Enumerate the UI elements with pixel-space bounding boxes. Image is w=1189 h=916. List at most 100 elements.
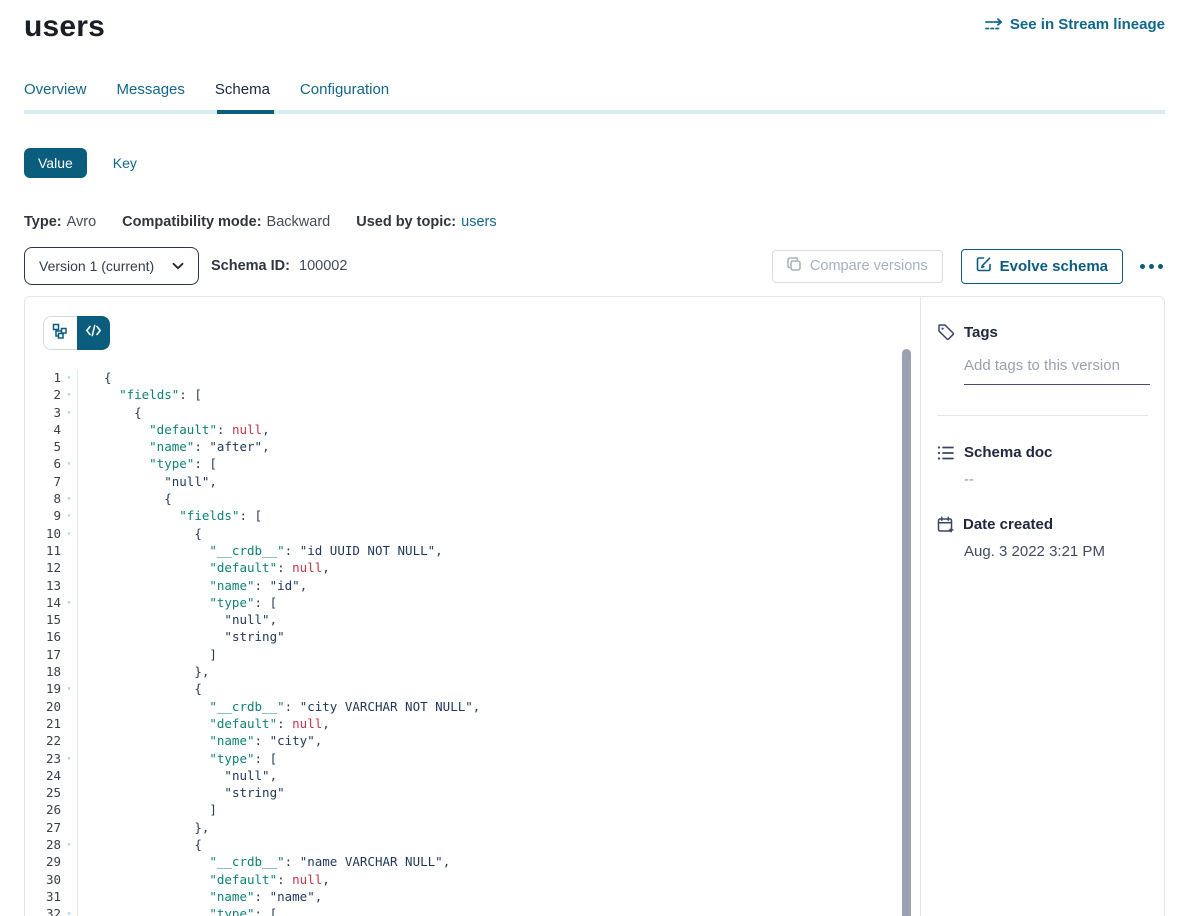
tree-view-icon <box>52 323 68 344</box>
gutter-divider <box>77 369 78 916</box>
editor-scrollbar[interactable] <box>902 349 911 916</box>
fold-toggle-icon[interactable]: ▾ <box>61 525 77 542</box>
key-tab-button[interactable]: Key <box>113 155 137 171</box>
tab-bar: Overview Messages Schema Configuration <box>24 81 1165 110</box>
line-number: 4 <box>25 421 61 438</box>
version-select-value: Version 1 (current) <box>39 258 154 274</box>
tag-icon <box>937 323 955 341</box>
tab-track <box>24 110 1165 114</box>
fold-toggle-icon[interactable]: ▾ <box>61 369 77 386</box>
line-number: 10 <box>25 525 61 542</box>
code-line: 23▾ "type": [ <box>25 750 920 767</box>
fold-toggle-icon[interactable]: ▾ <box>61 594 77 611</box>
code-viewer: 1▾{2▾ "fields": [3▾ {4 "default": null,5… <box>25 369 920 916</box>
schema-panel: 1▾{2▾ "fields": [3▾ {4 "default": null,5… <box>24 296 1165 916</box>
tab-configuration[interactable]: Configuration <box>300 81 389 110</box>
tags-input[interactable] <box>964 357 1150 374</box>
used-by-topic-link[interactable]: users <box>461 214 496 230</box>
tags-input-wrap <box>964 357 1150 385</box>
fold-toggle-icon[interactable]: ▾ <box>61 386 77 403</box>
code-line: 1▾{ <box>25 369 920 386</box>
compatibility-mode-value: Backward <box>267 214 331 230</box>
line-number: 9 <box>25 507 61 524</box>
schema-page: users See in Stream lineage Overview Mes… <box>0 0 1189 916</box>
schema-doc-section: Schema doc -- <box>937 444 1148 488</box>
line-number: 19 <box>25 680 61 697</box>
schema-doc-value: -- <box>964 471 1148 488</box>
tree-view-button[interactable] <box>43 316 77 350</box>
fold-toggle-icon[interactable]: ▾ <box>61 490 77 507</box>
edit-schema-icon <box>976 256 992 276</box>
line-number: 23 <box>25 750 61 767</box>
line-number: 5 <box>25 438 61 455</box>
line-number: 30 <box>25 871 61 888</box>
tab-overview[interactable]: Overview <box>24 81 87 110</box>
code-view-button[interactable] <box>77 316 111 350</box>
code-line: 30 "default": null, <box>25 871 920 888</box>
code-line: 5 "name": "after", <box>25 438 920 455</box>
page-header: users See in Stream lineage <box>24 0 1165 44</box>
fold-toggle-icon[interactable]: ▾ <box>61 404 77 421</box>
schema-id-label: Schema ID: <box>211 258 290 274</box>
line-number: 28 <box>25 836 61 853</box>
code-line: 27 }, <box>25 819 920 836</box>
see-in-stream-lineage-link[interactable]: See in Stream lineage <box>985 16 1165 33</box>
line-number: 21 <box>25 715 61 732</box>
code-line: 10▾ { <box>25 525 920 542</box>
active-tab-indicator <box>217 110 274 114</box>
code-line: 16 "string" <box>25 628 920 645</box>
line-number: 22 <box>25 732 61 749</box>
line-number: 1 <box>25 369 61 386</box>
code-view-icon <box>85 324 102 342</box>
code-line: 13 "name": "id", <box>25 577 920 594</box>
code-line: 25 "string" <box>25 784 920 801</box>
tab-schema[interactable]: Schema <box>215 81 270 110</box>
compare-versions-button[interactable]: Compare versions <box>772 250 943 283</box>
code-line: 18 }, <box>25 663 920 680</box>
more-options-button[interactable] <box>1138 258 1165 275</box>
line-number: 3 <box>25 404 61 421</box>
code-line: 21 "default": null, <box>25 715 920 732</box>
see-in-stream-lineage-label: See in Stream lineage <box>1010 16 1165 33</box>
version-select[interactable]: Version 1 (current) <box>24 247 199 285</box>
editor-view-toggle <box>43 316 110 350</box>
fold-toggle-icon[interactable]: ▾ <box>61 680 77 697</box>
code-line: 20 "__crdb__": "city VARCHAR NOT NULL", <box>25 698 920 715</box>
schema-id-value: 100002 <box>299 258 347 274</box>
compatibility-mode-label: Compatibility mode: <box>122 214 261 230</box>
line-number: 18 <box>25 663 61 680</box>
line-number: 12 <box>25 559 61 576</box>
code-line: 32▾ "type": [ <box>25 905 920 916</box>
code-line: 8▾ { <box>25 490 920 507</box>
fold-toggle-icon[interactable]: ▾ <box>61 507 77 524</box>
chevron-down-icon <box>172 257 184 275</box>
compare-versions-label: Compare versions <box>810 258 928 274</box>
fold-toggle-icon[interactable]: ▾ <box>61 836 77 853</box>
value-tab-button[interactable]: Value <box>24 148 87 178</box>
evolve-schema-button[interactable]: Evolve schema <box>961 249 1123 284</box>
fold-toggle-icon[interactable]: ▾ <box>61 905 77 916</box>
line-number: 20 <box>25 698 61 715</box>
compare-versions-icon <box>787 257 802 276</box>
code-line: 7 "null", <box>25 473 920 490</box>
type-label: Type: <box>24 214 62 230</box>
date-created-value: Aug. 3 2022 3:21 PM <box>964 543 1148 560</box>
tags-section-header: Tags <box>937 323 1148 341</box>
code-line: 14▾ "type": [ <box>25 594 920 611</box>
code-line: 9▾ "fields": [ <box>25 507 920 524</box>
schema-id: Schema ID: 100002 <box>211 258 347 274</box>
schema-controls-row: Version 1 (current) Schema ID: 100002 Co… <box>24 247 1165 285</box>
code-line: 26 ] <box>25 801 920 818</box>
code-line: 15 "null", <box>25 611 920 628</box>
line-number: 13 <box>25 577 61 594</box>
type-value: Avro <box>67 214 97 230</box>
line-number: 7 <box>25 473 61 490</box>
code-line: 6▾ "type": [ <box>25 455 920 472</box>
line-number: 25 <box>25 784 61 801</box>
tab-messages[interactable]: Messages <box>117 81 185 110</box>
line-number: 17 <box>25 646 61 663</box>
fold-toggle-icon[interactable]: ▾ <box>61 750 77 767</box>
line-number: 31 <box>25 888 61 905</box>
fold-toggle-icon[interactable]: ▾ <box>61 455 77 472</box>
line-number: 6 <box>25 455 61 472</box>
